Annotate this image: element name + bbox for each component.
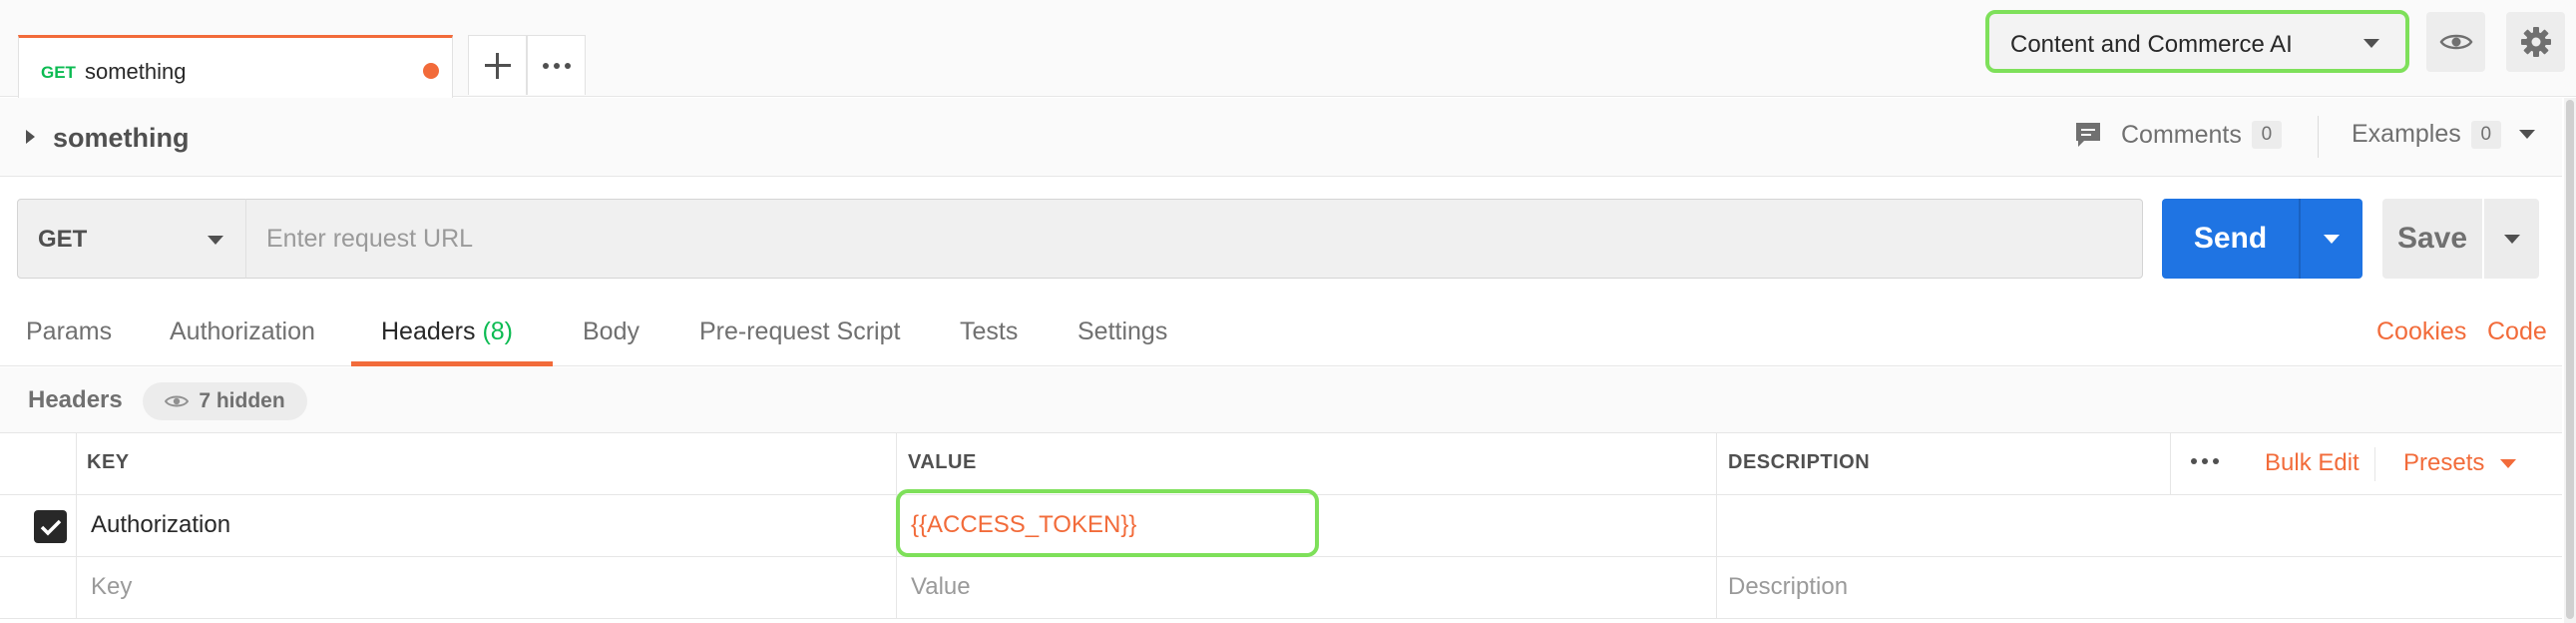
chevron-down-icon [2324, 234, 2340, 244]
environment-select[interactable]: Content and Commerce AI [1985, 10, 2409, 73]
tab-name: something [85, 59, 187, 84]
send-options-button[interactable] [2301, 199, 2362, 279]
more-icon [2191, 458, 2219, 464]
tab-options-button[interactable] [527, 35, 586, 95]
environment-settings-button[interactable] [2506, 12, 2565, 72]
checkmark-icon [40, 519, 61, 535]
plus-icon-stroke [496, 52, 499, 79]
table-row-new: Key Value Description [0, 557, 2562, 619]
tab-headers-label: Headers [381, 317, 476, 345]
chevron-down-icon [208, 236, 223, 245]
save-button[interactable]: Save [2382, 199, 2539, 279]
examples-button[interactable]: Examples 0 [2352, 120, 2535, 149]
save-label: Save [2396, 222, 2468, 255]
chevron-down-icon [2518, 130, 2535, 139]
header-value-field[interactable]: {{ACCESS_TOKEN}} [911, 511, 1136, 539]
presets-label: Presets [2403, 449, 2485, 476]
tab-pre-request-script[interactable]: Pre-request Script [699, 317, 900, 346]
comments-count: 0 [2251, 121, 2282, 149]
examples-count: 0 [2470, 120, 2501, 149]
tab-method: GET [41, 63, 76, 82]
new-tab-button[interactable] [468, 35, 527, 95]
code-link[interactable]: Code [2487, 317, 2547, 346]
header-key-field[interactable]: Authorization [91, 511, 230, 539]
gear-icon [2520, 27, 2551, 57]
examples-label: Examples [2352, 120, 2461, 148]
environment-label: Content and Commerce AI [2010, 31, 2293, 58]
request-name[interactable]: something [53, 123, 190, 154]
table-header-row: KEY VALUE DESCRIPTION Bulk Edit Presets [0, 433, 2562, 495]
scrollbar-thumb[interactable] [2566, 100, 2574, 619]
url-input[interactable] [245, 199, 2143, 279]
new-key-field[interactable]: Key [91, 573, 132, 601]
new-value-field[interactable]: Value [911, 573, 971, 601]
column-divider [76, 495, 77, 556]
tab-settings[interactable]: Settings [1077, 317, 1167, 346]
table-row: Authorization {{ACCESS_TOKEN}} [0, 489, 2562, 557]
cookies-link[interactable]: Cookies [2376, 317, 2466, 346]
table-options-button[interactable] [2191, 458, 2219, 464]
eye-icon [165, 395, 190, 407]
more-icon [542, 62, 571, 69]
comment-icon [2076, 123, 2100, 147]
column-header-key: KEY [87, 451, 130, 473]
headers-bar: Headers 7 hidden [0, 367, 2562, 433]
column-header-description: DESCRIPTION [1728, 451, 1871, 473]
send-label: Send [2193, 222, 2268, 255]
chevron-down-icon [2503, 234, 2520, 244]
chevron-down-icon [2500, 458, 2517, 468]
send-button[interactable]: Send [2162, 199, 2362, 279]
column-header-value: VALUE [908, 451, 977, 473]
eye-icon [2439, 34, 2472, 50]
method-select[interactable]: GET [17, 199, 246, 279]
divider [2318, 116, 2319, 158]
tab-bar: GET something Content and Commerce AI [0, 0, 2576, 98]
divider [2374, 447, 2375, 481]
column-divider [76, 433, 77, 494]
method-value: GET [38, 226, 88, 253]
new-description-field[interactable]: Description [1728, 573, 1848, 601]
tab-headers-count: (8) [482, 317, 514, 345]
tab-body[interactable]: Body [583, 317, 640, 346]
tab-headers[interactable]: Headers (8) [381, 317, 513, 346]
column-divider [2170, 433, 2171, 494]
row-enabled-checkbox[interactable] [34, 510, 67, 543]
unsaved-dot-icon [423, 63, 439, 79]
column-divider [896, 433, 897, 494]
bulk-edit-link[interactable]: Bulk Edit [2265, 449, 2360, 477]
chevron-down-icon [2363, 39, 2379, 48]
active-tab-indicator [351, 361, 553, 366]
request-subtabs: Params Authorization Headers (8) Body Pr… [0, 301, 2562, 366]
request-tab[interactable]: GET something [18, 35, 453, 98]
save-options-button[interactable] [2484, 199, 2539, 279]
request-name-bar: something Comments 0 Examples 0 [0, 98, 2562, 177]
hidden-headers-toggle[interactable]: 7 hidden [143, 382, 307, 420]
column-divider [1716, 495, 1717, 556]
headers-title: Headers [28, 386, 123, 413]
presets-dropdown[interactable]: Presets [2403, 449, 2517, 477]
column-divider [896, 557, 897, 618]
hidden-count-label: 7 hidden [199, 389, 285, 412]
tab-tests[interactable]: Tests [960, 317, 1018, 346]
comments-button[interactable]: Comments 0 [2073, 120, 2282, 150]
tab-authorization[interactable]: Authorization [170, 317, 315, 346]
column-divider [1716, 433, 1717, 494]
environment-quick-look-button[interactable] [2426, 12, 2485, 72]
column-divider [1716, 557, 1717, 618]
column-divider [76, 557, 77, 618]
expand-caret-icon[interactable] [26, 130, 35, 144]
comments-label: Comments [2121, 120, 2242, 149]
tab-params[interactable]: Params [26, 317, 112, 346]
